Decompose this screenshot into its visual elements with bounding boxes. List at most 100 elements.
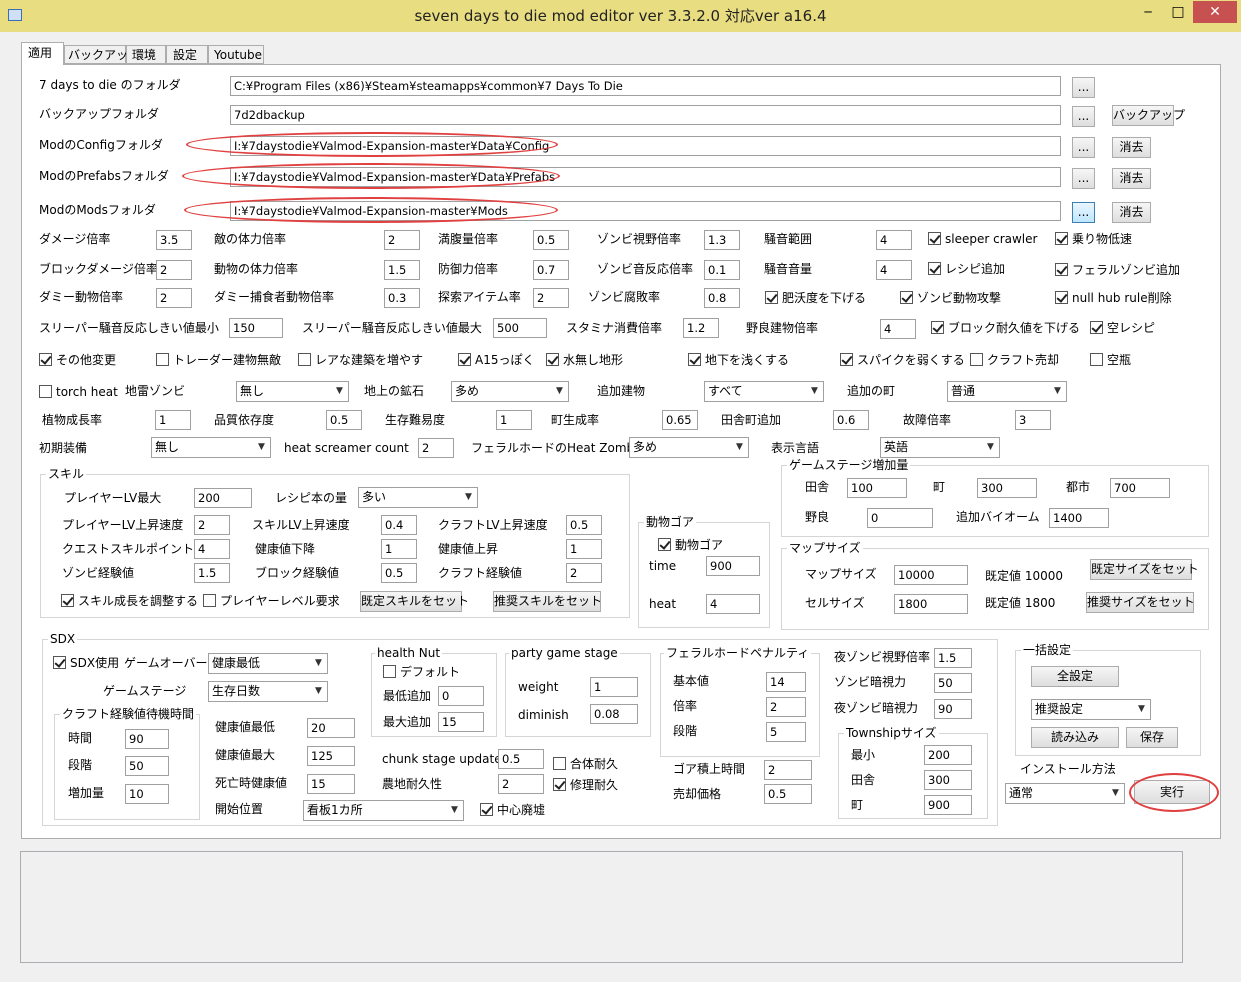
noise-volume-field[interactable]: 4 <box>876 260 912 280</box>
plant-growth-field[interactable]: 1 <box>155 410 191 430</box>
lower-fertility-checkbox[interactable]: 肥沃度を下げる <box>765 291 866 305</box>
death-health-field[interactable]: 15 <box>307 774 355 794</box>
adjust-skill-growth-checkbox[interactable]: スキル成長を調整する <box>61 594 198 608</box>
craft-stage-field[interactable]: 50 <box>125 756 169 776</box>
recommended-settings-select[interactable]: 推奨設定 ▼ <box>1031 699 1151 720</box>
gs-wild-field[interactable]: 0 <box>867 508 933 528</box>
game-over-select[interactable]: 健康最低 ▼ <box>208 653 328 674</box>
fh-stage-field[interactable]: 5 <box>766 722 806 742</box>
feral-heat-zombie-select[interactable]: 多め ▼ <box>629 437 749 458</box>
surface-ore-select[interactable]: 多め ▼ <box>451 381 569 402</box>
zombie-night-vision-field[interactable]: 50 <box>934 673 972 693</box>
load-button[interactable]: 読み込み <box>1031 727 1119 748</box>
hn-min-add-field[interactable]: 0 <box>438 686 484 706</box>
use-sdx-checkbox[interactable]: SDX使用 <box>53 656 119 670</box>
repair-durability-checkbox[interactable]: 修理耐久 <box>553 778 618 792</box>
gs-rural-field[interactable]: 100 <box>847 478 907 498</box>
maximize-button[interactable]: □ <box>1164 2 1192 22</box>
gs-town-field[interactable]: 300 <box>977 478 1037 498</box>
rural-town-field[interactable]: 0.6 <box>833 410 869 430</box>
block-xp-field[interactable]: 0.5 <box>381 563 417 583</box>
player-level-requirement-checkbox[interactable]: プレイヤーレベル要求 <box>203 594 340 608</box>
mine-zombie-select[interactable]: 無し ▼ <box>236 381 349 402</box>
display-language-select[interactable]: 英語 ▼ <box>880 437 1000 458</box>
player-lv-speed-field[interactable]: 2 <box>194 515 230 535</box>
backup-folder-browse-button[interactable]: ... <box>1072 106 1095 127</box>
zombie-xp-field[interactable]: 1.5 <box>194 563 230 583</box>
backup-button[interactable]: バックアップ <box>1112 105 1185 126</box>
hn-max-add-field[interactable]: 15 <box>438 712 484 732</box>
null-hub-rule-checkbox[interactable]: null hub rule削除 <box>1055 291 1172 305</box>
sleeper-min-field[interactable]: 150 <box>229 318 283 338</box>
tab-backup[interactable]: バックアップ <box>64 45 140 64</box>
rare-buildings-checkbox[interactable]: レアな建築を増やす <box>298 353 423 367</box>
food-rate-field[interactable]: 0.5 <box>533 230 569 250</box>
gs-extra-biome-field[interactable]: 1400 <box>1049 508 1109 528</box>
extra-town-select[interactable]: 普通 ▼ <box>947 381 1067 402</box>
gs-city-field[interactable]: 700 <box>1110 478 1170 498</box>
wild-building-field[interactable]: 4 <box>880 319 916 339</box>
enemy-health-field[interactable]: 2 <box>384 230 420 250</box>
trader-invincible-checkbox[interactable]: トレーダー建物無敵 <box>156 353 281 367</box>
health-max-field[interactable]: 125 <box>307 746 355 766</box>
game-folder-field[interactable]: C:¥Program Files (x86)¥Steam¥steamapps¥c… <box>230 76 1061 96</box>
craft-sell-checkbox[interactable]: クラフト売却 <box>970 353 1059 367</box>
zombie-animal-attack-checkbox[interactable]: ゾンビ動物攻撃 <box>900 291 1001 305</box>
farmland-durability-field[interactable]: 2 <box>498 774 544 794</box>
minimize-button[interactable]: ─ <box>1134 2 1162 22</box>
game-stage-select[interactable]: 生存日数 ▼ <box>208 681 328 702</box>
recommended-size-button[interactable]: 推奨サイズをセット <box>1086 592 1195 613</box>
chunk-stage-update-field[interactable]: 0.5 <box>498 749 544 769</box>
stamina-rate-field[interactable]: 1.2 <box>683 318 719 338</box>
other-changes-checkbox[interactable]: その他変更 <box>39 353 116 367</box>
fh-base-field[interactable]: 14 <box>766 672 806 692</box>
config-clear-button[interactable]: 消去 <box>1112 137 1151 158</box>
craft-xp-field[interactable]: 2 <box>566 563 602 583</box>
no-water-terrain-checkbox[interactable]: 水無し地形 <box>546 353 623 367</box>
sleeper-max-field[interactable]: 500 <box>493 318 547 338</box>
mods-folder-browse-button[interactable]: ... <box>1072 202 1095 223</box>
zombie-hearing-field[interactable]: 0.1 <box>704 260 740 280</box>
ts-town-field[interactable]: 900 <box>924 795 972 815</box>
animal-health-field[interactable]: 1.5 <box>384 260 420 280</box>
gore-heat-field[interactable]: 4 <box>706 594 760 614</box>
heat-screamer-field[interactable]: 2 <box>418 438 454 458</box>
sleeper-crawler-checkbox[interactable]: sleeper crawler <box>928 232 1037 246</box>
config-folder-browse-button[interactable]: ... <box>1072 137 1095 158</box>
torch-heat-checkbox[interactable]: torch heat <box>39 385 118 399</box>
health-nut-default-checkbox[interactable]: デフォルト <box>383 665 460 679</box>
pg-weight-field[interactable]: 1 <box>590 677 638 697</box>
fh-rate-field[interactable]: 2 <box>766 697 806 717</box>
log-output-area[interactable] <box>20 851 1183 963</box>
install-method-select[interactable]: 通常 ▼ <box>1005 783 1125 804</box>
extra-building-select[interactable]: すべて ▼ <box>704 381 824 402</box>
cell-size-field[interactable]: 1800 <box>894 594 968 614</box>
health-min-field[interactable]: 20 <box>307 718 355 738</box>
noise-range-field[interactable]: 4 <box>876 230 912 250</box>
slow-vehicle-checkbox[interactable]: 乗り物低速 <box>1055 232 1132 246</box>
weaken-spikes-checkbox[interactable]: スパイクを弱くする <box>840 353 965 367</box>
ts-rural-field[interactable]: 300 <box>924 770 972 790</box>
merge-durability-checkbox[interactable]: 合体耐久 <box>553 757 618 771</box>
skill-lv-speed-field[interactable]: 0.4 <box>381 515 417 535</box>
night-zombie-night-vision-field[interactable]: 90 <box>934 699 972 719</box>
all-settings-button[interactable]: 全設定 <box>1031 666 1119 687</box>
town-generation-field[interactable]: 0.65 <box>662 410 698 430</box>
prefabs-clear-button[interactable]: 消去 <box>1112 168 1151 189</box>
recipe-book-select[interactable]: 多い ▼ <box>358 487 478 508</box>
dummy-predator-field[interactable]: 0.3 <box>384 288 420 308</box>
ts-min-field[interactable]: 200 <box>924 745 972 765</box>
pg-diminish-field[interactable]: 0.08 <box>590 704 638 724</box>
quality-dependency-field[interactable]: 0.5 <box>326 410 362 430</box>
zombie-sight-field[interactable]: 1.3 <box>704 230 740 250</box>
animal-gore-checkbox[interactable]: 動物ゴア <box>658 538 723 552</box>
game-folder-browse-button[interactable]: ... <box>1072 77 1095 98</box>
craft-increase-field[interactable]: 10 <box>125 784 169 804</box>
craft-time-field[interactable]: 90 <box>125 729 169 749</box>
close-button[interactable]: ✕ <box>1193 1 1237 23</box>
start-position-select[interactable]: 看板1カ所 ▼ <box>303 800 464 821</box>
feral-zombie-checkbox[interactable]: フェラルゾンビ追加 <box>1055 263 1180 277</box>
gore-stack-time-field[interactable]: 2 <box>764 760 812 780</box>
health-up-field[interactable]: 1 <box>566 539 602 559</box>
default-skill-button[interactable]: 既定スキルをセット <box>360 591 469 612</box>
